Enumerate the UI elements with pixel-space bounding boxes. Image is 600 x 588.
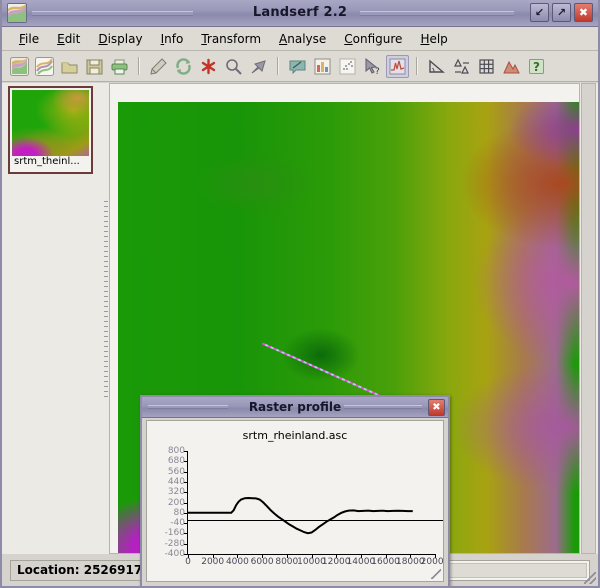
dialog-close-button[interactable]: ✖: [428, 399, 445, 416]
metadata-icon[interactable]: [286, 55, 309, 78]
profile-chart: -400-280-160-408020032044056068080002000…: [147, 447, 443, 581]
dialog-decor-left: [148, 405, 228, 409]
landserf-logo-icon: [7, 3, 27, 23]
edit-pencil-icon[interactable]: [147, 55, 170, 78]
map-vertical-scrollbar[interactable]: [581, 83, 596, 554]
window-resize-grip[interactable]: [584, 572, 596, 584]
open-vector-icon[interactable]: [33, 55, 56, 78]
y-axis-tick-label: 440: [168, 477, 188, 487]
grid-icon[interactable]: [475, 55, 498, 78]
toolbar-separator-1: [138, 57, 140, 75]
histogram-icon[interactable]: [311, 55, 334, 78]
y-axis-tick-label: 320: [168, 487, 188, 497]
plot-area: -400-280-160-408020032044056068080002000…: [187, 451, 435, 555]
dialog-body: srtm_rheinland.asc -400-280-160-40802003…: [146, 420, 444, 582]
menu-info-rest: nfo: [164, 32, 183, 46]
minimize-button[interactable]: ↙: [530, 3, 549, 22]
x-axis-tick-label: 6000: [251, 554, 274, 567]
y-axis-tick-label: 560: [168, 467, 188, 477]
menu-edit-rest: dit: [65, 32, 81, 46]
query-cursor-icon[interactable]: ?: [361, 55, 384, 78]
window-titlebar: Landserf 2.2 ↙ ↗ ✖: [2, 0, 598, 27]
raster-thumbnail-label: srtm_theinl...: [12, 154, 89, 170]
peak-classify-icon[interactable]: [450, 55, 473, 78]
asterisk-icon[interactable]: [197, 55, 220, 78]
titlebar-decor-right: [360, 11, 514, 16]
titlebar-decor-left: [32, 11, 193, 16]
y-axis-tick-label: 200: [168, 498, 188, 508]
print-icon[interactable]: [108, 55, 131, 78]
close-button[interactable]: ✖: [574, 3, 593, 22]
status-location: Location: 2526917,25: [10, 560, 158, 581]
menu-analyse[interactable]: Analyse: [270, 30, 335, 48]
menu-transform[interactable]: Transform: [192, 30, 270, 48]
menu-info[interactable]: Info: [152, 30, 193, 48]
menu-display-rest: isplay: [108, 32, 143, 46]
window-controls: ↙ ↗ ✖: [530, 3, 593, 22]
dialog-titlebar: Raster profile ✖: [142, 397, 448, 418]
x-axis-tick-label: 0: [185, 554, 191, 567]
menubar: File Edit Display Info Transform Analyse…: [2, 27, 598, 51]
svg-text:?: ?: [375, 67, 380, 76]
raster-thumbnail-image: [12, 90, 89, 156]
raster-profile-dialog[interactable]: Raster profile ✖ srtm_rheinland.asc -400…: [140, 395, 450, 588]
y-axis-tick-label: -280: [165, 539, 188, 549]
save-icon[interactable]: [83, 55, 106, 78]
menu-help-rest: elp: [429, 32, 447, 46]
splitter-grip: [104, 201, 108, 401]
surface-icon[interactable]: [500, 55, 523, 78]
y-axis-tick-label: 800: [168, 446, 188, 456]
maximize-button[interactable]: ↗: [552, 3, 571, 22]
menu-configure-rest: onfigure: [353, 32, 403, 46]
dialog-decor-right: [344, 405, 422, 409]
pan-icon[interactable]: [247, 55, 270, 78]
toolbar-separator-3: [416, 57, 418, 75]
menu-file-rest: ile: [25, 32, 39, 46]
raster-list-panel: srtm_theinl...: [2, 83, 106, 554]
menu-analyse-rest: nalyse: [287, 32, 326, 46]
menu-file[interactable]: File: [10, 30, 48, 48]
x-axis-tick-label: 20000: [421, 554, 444, 567]
menu-edit[interactable]: Edit: [48, 30, 89, 48]
raster-thumbnail[interactable]: srtm_theinl...: [8, 86, 93, 174]
menu-help[interactable]: Help: [411, 30, 456, 48]
open-folder-icon[interactable]: [58, 55, 81, 78]
profile-line-svg: [188, 451, 435, 554]
open-raster-icon[interactable]: [8, 55, 31, 78]
y-axis-tick-label: 680: [168, 456, 188, 466]
y-axis-tick-label: -40: [170, 518, 188, 528]
landserf-window: Landserf 2.2 ↙ ↗ ✖ File Edit Display Inf…: [0, 0, 600, 588]
x-axis-tick-label: 8000: [275, 554, 298, 567]
menu-configure[interactable]: Configure: [335, 30, 411, 48]
x-axis-tick-label: 4000: [226, 554, 249, 567]
menu-transform-rest: ransform: [207, 32, 261, 46]
slope-angle-icon[interactable]: [425, 55, 448, 78]
scatterplot-icon[interactable]: [336, 55, 359, 78]
toolbar: ? ?: [2, 51, 598, 82]
zoom-magnifier-icon[interactable]: [222, 55, 245, 78]
y-axis-tick-label: 80: [174, 508, 188, 518]
dialog-resize-grip[interactable]: [431, 569, 441, 579]
profile-series-line: [188, 498, 413, 533]
svg-text:?: ?: [533, 60, 540, 74]
menu-display[interactable]: Display: [89, 30, 151, 48]
chart-title: srtm_rheinland.asc: [147, 429, 443, 442]
profile-chart-icon[interactable]: [386, 55, 409, 78]
zero-reference-line: [188, 520, 443, 521]
dialog-title: Raster profile: [249, 400, 341, 414]
y-axis-tick-label: -160: [165, 528, 188, 538]
help-icon[interactable]: ?: [525, 55, 548, 78]
refresh-icon[interactable]: [172, 55, 195, 78]
toolbar-separator-2: [277, 57, 279, 75]
x-axis-tick-label: 2000: [201, 554, 224, 567]
